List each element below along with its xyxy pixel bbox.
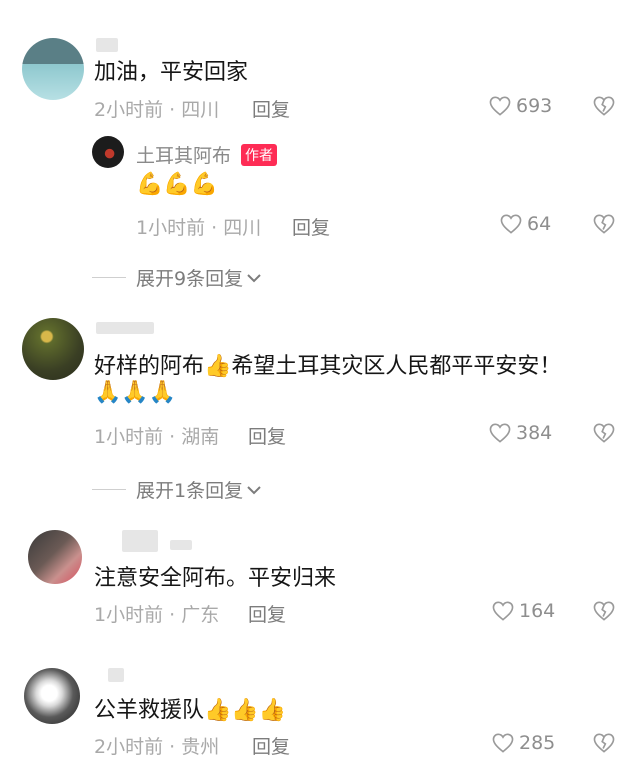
- username[interactable]: [122, 530, 158, 552]
- like-count: 64: [527, 213, 552, 235]
- expand-replies-button[interactable]: 展开9条回复: [92, 264, 262, 291]
- like-count: 285: [519, 732, 556, 754]
- reply-button[interactable]: 回复: [292, 213, 330, 240]
- comment-meta: 1小时前 · 湖南: [94, 426, 220, 448]
- heart-icon: [489, 423, 511, 443]
- reply-button[interactable]: 回复: [252, 732, 290, 759]
- divider: [92, 277, 126, 278]
- heart-icon: [492, 733, 514, 753]
- emoji-line: 🙏🙏🙏: [94, 380, 177, 405]
- dislike-icon[interactable]: [593, 423, 615, 443]
- comment-meta: 2小时前 · 贵州: [94, 736, 220, 758]
- like-count: 164: [519, 600, 556, 622]
- dislike-icon[interactable]: [593, 733, 615, 753]
- like-button[interactable]: 285: [492, 732, 555, 754]
- dislike-icon[interactable]: [593, 214, 615, 234]
- reply-button[interactable]: 回复: [248, 600, 286, 627]
- reply-button[interactable]: 回复: [252, 95, 290, 122]
- author-avatar[interactable]: [92, 136, 124, 168]
- heart-icon: [492, 601, 514, 621]
- username[interactable]: [108, 668, 124, 682]
- like-button[interactable]: 693: [489, 95, 552, 117]
- like-button[interactable]: 164: [492, 600, 555, 622]
- like-button[interactable]: 384: [489, 422, 552, 444]
- dislike-icon[interactable]: [593, 601, 615, 621]
- expand-label: 展开1条回复: [136, 480, 244, 502]
- avatar[interactable]: [22, 318, 84, 380]
- comment-text: 公羊救援队👍👍👍: [94, 698, 287, 723]
- author-username[interactable]: 土耳其阿布: [136, 141, 231, 168]
- comment-text: 加油，平安回家: [94, 60, 249, 85]
- comment-text: 注意安全阿布。平安归来: [94, 566, 337, 591]
- username[interactable]: [96, 322, 154, 334]
- reply-meta: 1小时前 · 四川: [136, 217, 262, 239]
- chevron-down-icon: [247, 273, 261, 282]
- heart-icon: [500, 214, 522, 234]
- avatar[interactable]: [24, 668, 80, 724]
- like-count: 384: [516, 422, 553, 444]
- dislike-icon[interactable]: [593, 96, 615, 116]
- reply-text: 💪💪💪: [136, 172, 219, 197]
- comment-meta: 1小时前 · 广东: [94, 604, 220, 626]
- expand-replies-button[interactable]: 展开1条回复: [92, 476, 262, 503]
- avatar[interactable]: [28, 530, 82, 584]
- chevron-down-icon: [247, 485, 261, 494]
- divider: [92, 489, 126, 490]
- reply-button[interactable]: 回复: [248, 422, 286, 449]
- comment-text: 好样的阿布👍希望土耳其灾区人民都平平安安！: [94, 354, 562, 379]
- username-extra: [170, 540, 192, 550]
- expand-label: 展开9条回复: [136, 268, 244, 290]
- like-button[interactable]: 64: [500, 213, 551, 235]
- avatar[interactable]: [22, 38, 84, 100]
- author-badge: 作者: [241, 143, 278, 166]
- like-count: 693: [516, 95, 553, 117]
- username[interactable]: [96, 38, 118, 52]
- comment-meta: 2小时前 · 四川: [94, 99, 220, 121]
- heart-icon: [489, 96, 511, 116]
